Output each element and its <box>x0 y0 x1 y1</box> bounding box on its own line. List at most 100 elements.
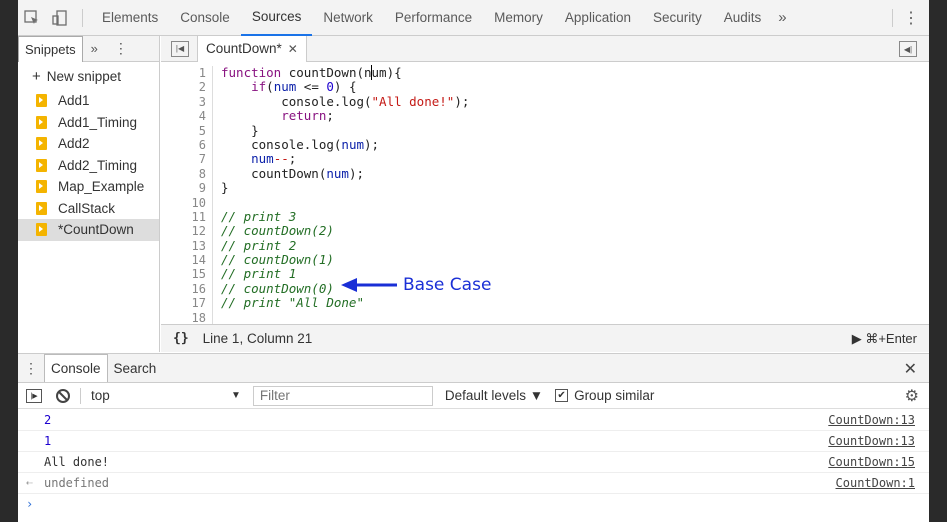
snippet-file-icon <box>36 201 47 215</box>
line-number[interactable]: 6 <box>161 138 212 152</box>
line-number[interactable]: 18 <box>161 311 212 325</box>
snippet-file-icon <box>36 223 47 237</box>
drawer-tab-console[interactable]: Console <box>44 354 108 382</box>
code-editor[interactable]: 1 2 3 4 5 6 7 8 9 10 11 12 13 14 15 16 17 18 function cou… <box>161 62 929 325</box>
gear-icon[interactable]: ⚙ <box>905 386 919 406</box>
line-number[interactable]: 1 <box>161 66 212 80</box>
console-message: 1 CountDown:13 <box>18 431 929 452</box>
line-number[interactable]: 16 <box>161 282 212 296</box>
console-source-link[interactable]: CountDown:15 <box>828 455 915 469</box>
snippet-item-label: Add1_Timing <box>58 114 138 130</box>
code-line: if(num <= 0) { <box>251 79 357 95</box>
toolbar-divider <box>892 9 893 27</box>
toggle-debugger-icon[interactable]: ◀| <box>899 41 917 57</box>
console-source-link[interactable]: CountDown:1 <box>836 476 915 490</box>
more-tabs-button[interactable]: » <box>778 9 786 26</box>
code-line: console.log("All done!"); <box>221 93 470 109</box>
group-similar-checkbox[interactable]: ✔ <box>555 389 569 402</box>
inspect-element-icon[interactable] <box>18 0 46 36</box>
code-line: } <box>221 122 259 138</box>
new-snippet-button[interactable]: + New snippet <box>18 62 159 90</box>
tab-performance[interactable]: Performance <box>384 0 483 36</box>
filter-input[interactable] <box>252 385 433 406</box>
log-levels-dropdown[interactable]: Default levels ▼ <box>445 388 543 403</box>
console-prompt[interactable]: › <box>26 497 33 511</box>
run-snippet-button[interactable]: ▶ ⌘+Enter <box>852 331 917 347</box>
snippet-file-icon <box>36 137 47 151</box>
line-number[interactable]: 14 <box>161 253 212 267</box>
console-source-link[interactable]: CountDown:13 <box>828 413 915 427</box>
code-line: // print 2 <box>221 237 297 253</box>
snippet-item-add2[interactable]: Add2 <box>18 133 159 155</box>
line-number[interactable]: 4 <box>161 109 212 123</box>
tab-memory[interactable]: Memory <box>483 0 554 36</box>
console-message-text: 1 <box>44 433 52 448</box>
more-panels-button[interactable]: » <box>91 41 98 56</box>
console-message-text: 2 <box>44 412 52 427</box>
snippet-item-add2-timing[interactable]: Add2_Timing <box>18 155 159 177</box>
editor-status-bar: {} Line 1, Column 21 ▶ ⌘+Enter <box>161 324 929 352</box>
console-message-text: All done! <box>44 454 110 469</box>
line-number[interactable]: 11 <box>161 210 212 224</box>
close-icon[interactable]: ✕ <box>904 359 917 379</box>
snippet-file-icon <box>36 94 47 108</box>
tab-security[interactable]: Security <box>642 0 713 36</box>
close-icon[interactable]: ✕ <box>288 42 298 56</box>
line-number[interactable]: 8 <box>161 167 212 181</box>
context-selector[interactable]: top <box>91 388 231 403</box>
code-line: // print 3 <box>221 208 297 224</box>
tab-sources[interactable]: Sources <box>240 0 313 36</box>
show-sidebar-icon[interactable]: |▶ <box>26 388 42 403</box>
tab-network[interactable]: Network <box>312 0 384 36</box>
kebab-menu-icon[interactable]: ⋮ <box>114 40 128 57</box>
line-number[interactable]: 5 <box>161 124 212 138</box>
snippet-file-icon <box>36 180 47 194</box>
device-toolbar-icon[interactable] <box>46 0 74 36</box>
tab-console[interactable]: Console <box>169 0 241 36</box>
toggle-navigator-icon[interactable]: |◀ <box>171 40 189 57</box>
line-number[interactable]: 13 <box>161 239 212 253</box>
arrow-left-icon <box>341 278 397 292</box>
snippet-item-callstack[interactable]: CallStack <box>18 198 159 220</box>
code-line: console.log(num); <box>221 136 380 152</box>
snippet-item-label: Add2 <box>58 136 90 152</box>
console-toolbar: |▶ top ▼ Default levels ▼ ✔ Group simila… <box>18 383 929 409</box>
line-number[interactable]: 10 <box>161 196 212 210</box>
line-number[interactable]: 2 <box>161 80 212 94</box>
tab-elements[interactable]: Elements <box>91 0 169 36</box>
line-number-gutter: 1 2 3 4 5 6 7 8 9 10 11 12 13 14 15 16 17 18 <box>161 66 213 325</box>
tab-audits[interactable]: Audits <box>713 0 773 36</box>
snippet-item-map-example[interactable]: Map_Example <box>18 176 159 198</box>
editor-tabbar: |◀ CountDown* ✕ ◀| <box>161 35 929 62</box>
plus-icon: + <box>32 67 41 85</box>
snippet-item-add1-timing[interactable]: Add1_Timing <box>18 112 159 134</box>
kebab-menu-icon[interactable]: ⋮ <box>903 8 919 28</box>
tab-snippets[interactable]: Snippets <box>18 35 83 62</box>
line-number[interactable]: 12 <box>161 224 212 238</box>
drawer-tab-search[interactable]: Search <box>108 354 163 382</box>
snippet-item-label: Add2_Timing <box>58 157 138 173</box>
tab-application[interactable]: Application <box>554 0 642 36</box>
drawer-tabbar: ⋮ Console Search ✕ <box>18 353 929 383</box>
clear-console-icon[interactable] <box>56 388 70 403</box>
snippet-item-countdown[interactable]: *CountDown <box>18 219 159 241</box>
line-number[interactable]: 17 <box>161 296 212 310</box>
chevron-down-icon[interactable]: ▼ <box>231 390 241 401</box>
line-number[interactable]: 3 <box>161 95 212 109</box>
pretty-print-icon[interactable]: {} <box>173 331 189 346</box>
snippets-panel: Snippets » ⋮ + New snippet Add1 Add1_Tim… <box>18 35 160 352</box>
line-number[interactable]: 9 <box>161 181 212 195</box>
base-case-annotation: Base Case <box>341 275 491 295</box>
snippet-item-label: *CountDown <box>58 222 134 238</box>
line-number[interactable]: 7 <box>161 152 212 166</box>
console-source-link[interactable]: CountDown:13 <box>828 434 915 448</box>
annotation-label: Base Case <box>403 275 492 295</box>
snippet-item-add1[interactable]: Add1 <box>18 90 159 112</box>
console-message: ⇠ undefined CountDown:1 <box>18 473 929 494</box>
line-number[interactable]: 15 <box>161 267 212 281</box>
code-line: } <box>221 180 229 196</box>
editor-file-tab[interactable]: CountDown* ✕ <box>197 35 307 62</box>
devtools-tabbar: Elements Console Sources Network Perform… <box>18 0 929 36</box>
kebab-menu-icon[interactable]: ⋮ <box>24 360 44 377</box>
